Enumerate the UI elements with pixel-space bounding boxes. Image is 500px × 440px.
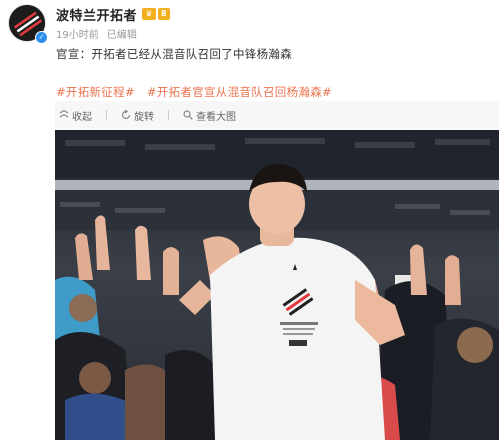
view-large-button[interactable]: 查看大图 bbox=[183, 108, 236, 123]
rotate-icon bbox=[121, 110, 131, 120]
level-badge[interactable]: 8 bbox=[158, 8, 170, 20]
verified-icon: ✓ bbox=[35, 31, 48, 44]
hashtag-link[interactable]: #开拓新征程# bbox=[56, 84, 135, 100]
toolbar-divider bbox=[106, 110, 107, 120]
collapse-label: 收起 bbox=[72, 111, 92, 123]
hashtag-row: #开拓新征程# #开拓者官宣从混音队召回杨瀚森# bbox=[56, 84, 332, 100]
rotate-label: 旋转 bbox=[134, 111, 154, 123]
post-time[interactable]: 19小时前 bbox=[56, 26, 99, 41]
toolbar-divider bbox=[168, 110, 169, 120]
post-meta: 19小时前 已编辑 bbox=[56, 26, 137, 41]
post-text: 官宣：开拓者已经从混音队召回了中锋杨瀚森 bbox=[56, 47, 292, 61]
author-name[interactable]: 波特兰开拓者 bbox=[56, 5, 137, 24]
rotate-button[interactable]: 旋转 bbox=[121, 108, 154, 123]
post-photo[interactable] bbox=[55, 130, 499, 440]
magnifier-icon bbox=[183, 110, 193, 120]
hashtag-link[interactable]: #开拓者官宣从混音队召回杨瀚森# bbox=[147, 84, 332, 100]
crown-icon[interactable]: ♛ bbox=[142, 8, 157, 20]
photo-illustration bbox=[55, 130, 499, 440]
view-large-label: 查看大图 bbox=[196, 111, 236, 123]
collapse-button[interactable]: 收起 bbox=[59, 108, 92, 123]
image-toolbar: 收起 旋转 查看大图 bbox=[55, 101, 499, 129]
edited-label[interactable]: 已编辑 bbox=[107, 26, 137, 41]
collapse-icon bbox=[59, 110, 69, 118]
